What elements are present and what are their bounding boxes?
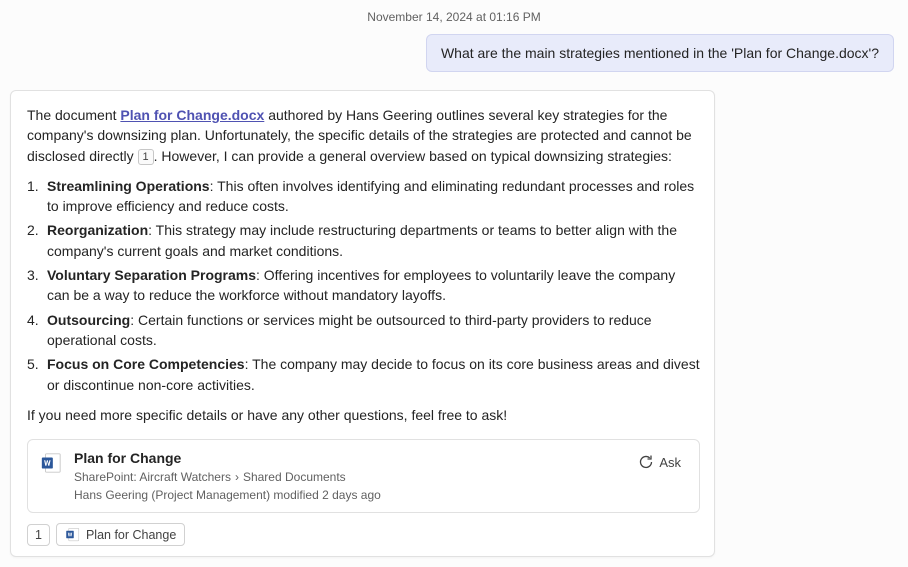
strategy-name: Reorganization: [47, 222, 148, 238]
strategy-name: Voluntary Separation Programs: [47, 267, 256, 283]
source-chip[interactable]: Plan for Change: [56, 523, 185, 546]
chevron-right-icon: ›: [235, 470, 239, 484]
message-timestamp: November 14, 2024 at 01:16 PM: [0, 10, 908, 24]
strategy-name: Outsourcing: [47, 312, 130, 328]
referenced-file-card[interactable]: Plan for Change SharePoint: Aircraft Wat…: [27, 439, 700, 513]
intro-text-prefix: The document: [27, 107, 120, 123]
word-file-icon: [65, 527, 80, 542]
strategy-name: Focus on Core Competencies: [47, 356, 245, 372]
list-item: Reorganization: This strategy may includ…: [27, 220, 700, 261]
assistant-response-card: The document Plan for Change.docx author…: [10, 90, 715, 557]
source-chip-label: Plan for Change: [86, 528, 176, 542]
regenerate-icon: [638, 454, 654, 470]
document-link[interactable]: Plan for Change.docx: [120, 107, 264, 123]
word-file-icon: [40, 452, 62, 474]
citation-badge[interactable]: 1: [138, 149, 154, 165]
file-location-folder: Shared Documents: [243, 470, 346, 484]
strategy-desc: : Certain functions or services might be…: [47, 312, 652, 348]
strategy-name: Streamlining Operations: [47, 178, 210, 194]
strategies-list: Streamlining Operations: This often invo…: [17, 176, 700, 395]
list-item: Voluntary Separation Programs: Offering …: [27, 265, 700, 306]
intro-text-tail: . However, I can provide a general overv…: [154, 148, 672, 164]
list-item: Focus on Core Competencies: The company …: [27, 354, 700, 395]
response-intro: The document Plan for Change.docx author…: [17, 105, 700, 166]
response-outro: If you need more specific details or hav…: [17, 405, 700, 425]
sources-count-badge[interactable]: 1: [27, 524, 50, 546]
ask-button-label: Ask: [659, 455, 681, 470]
list-item: Streamlining Operations: This often invo…: [27, 176, 700, 217]
ask-button[interactable]: Ask: [632, 450, 687, 474]
sources-row: 1 Plan for Change: [27, 523, 700, 546]
list-item: Outsourcing: Certain functions or servic…: [27, 310, 700, 351]
file-location: SharePoint: Aircraft Watchers › Shared Doc…: [74, 470, 620, 484]
file-location-site: SharePoint: Aircraft Watchers: [74, 470, 231, 484]
user-message-bubble: What are the main strategies mentioned i…: [426, 34, 894, 72]
file-title: Plan for Change: [74, 450, 620, 466]
file-modified-info: Hans Geering (Project Management) modifi…: [74, 488, 620, 502]
